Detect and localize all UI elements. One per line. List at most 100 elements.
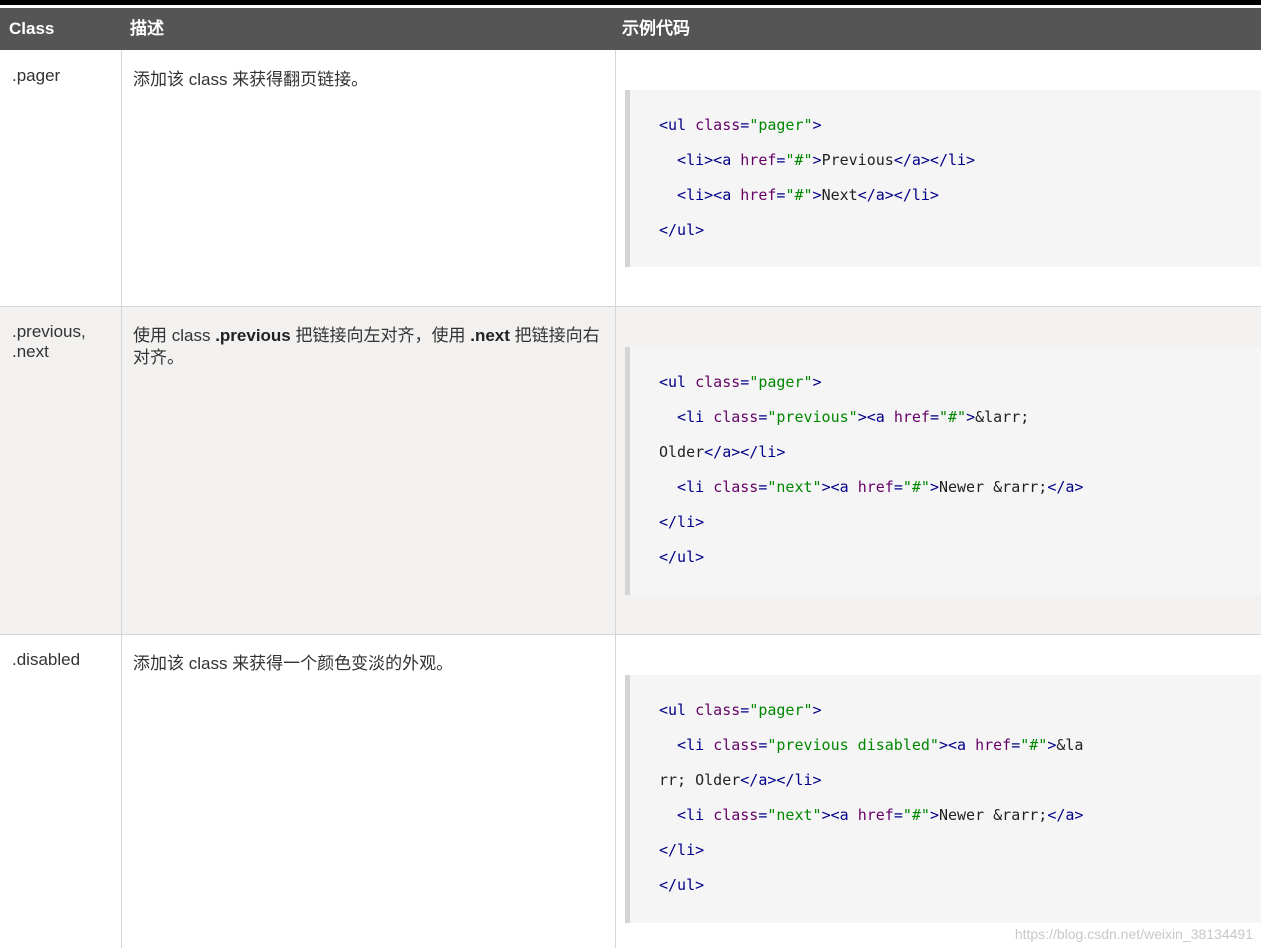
code-token: </a> (1047, 478, 1084, 496)
code-block: <ul class="pager"> <li class="previous">… (625, 347, 1261, 595)
code-token: ><a (938, 736, 976, 754)
code-line: <li><a href="#">Previous</a></li> (659, 143, 1261, 178)
code-token: "#" (938, 408, 967, 426)
code-token: &larr; (975, 408, 1030, 426)
code-token: </a></li> (893, 151, 976, 169)
code-token: Newer &rarr; (938, 478, 1048, 496)
header-desc: 描述 (130, 19, 164, 38)
code-token: = (740, 701, 750, 719)
description: 添加该 class 来获得翻页链接。 (133, 69, 603, 91)
code-token: > (812, 701, 822, 719)
code-token: href (857, 478, 894, 496)
class-name: .previous, .next (12, 322, 86, 361)
code-token: href (893, 408, 930, 426)
code-token: "next" (767, 478, 822, 496)
code-token: href (740, 186, 777, 204)
code-token: > (929, 478, 939, 496)
code-token: </ul> (659, 876, 705, 894)
code-token: = (740, 373, 750, 391)
code-token: href (975, 736, 1012, 754)
code-line: </li> (659, 833, 1261, 868)
row-divider (0, 634, 1261, 635)
code-token: <li (659, 478, 714, 496)
code-token: ><a (857, 408, 894, 426)
code-token: > (812, 116, 822, 134)
code-token: <ul (659, 701, 696, 719)
code-token: class (695, 373, 741, 391)
code-token: <li (659, 806, 714, 824)
code-token: > (929, 806, 939, 824)
code-token: "pager" (749, 373, 813, 391)
code-block: <ul class="pager"> <li><a href="#">Previ… (625, 90, 1261, 267)
code-token: </a></li> (857, 186, 939, 204)
code-line: </li> (659, 505, 1261, 540)
code-token: "#" (785, 186, 813, 204)
code-line: rr; Older</a></li> (659, 763, 1261, 798)
description: 添加该 class 来获得一个颜色变淡的外观。 (133, 653, 603, 675)
code-token: href (857, 806, 894, 824)
code-line: <li class="previous"><a href="#">&larr; (659, 400, 1261, 435)
code-token: </ul> (659, 548, 705, 566)
code-token: class (713, 478, 759, 496)
code-line: <ul class="pager"> (659, 693, 1261, 728)
description-text: 使用 class (133, 326, 216, 345)
code-token: rr; Older (659, 771, 741, 789)
row-divider (0, 306, 1261, 307)
code-line: <ul class="pager"> (659, 365, 1261, 400)
code-token: class (713, 408, 759, 426)
code-token: > (966, 408, 976, 426)
code-token: <li><a (659, 186, 741, 204)
code-token: </a> (1047, 806, 1084, 824)
header-code: 示例代码 (622, 19, 690, 38)
code-token: "previous disabled" (767, 736, 939, 754)
code-token: </a></li> (704, 443, 786, 461)
code-token: ><a (821, 478, 858, 496)
code-token: = (893, 478, 903, 496)
code-token: </li> (659, 513, 705, 531)
code-token: </ul> (659, 221, 705, 239)
header-class: Class (9, 19, 55, 38)
code-line: Older</a></li> (659, 435, 1261, 470)
code-token: class (695, 116, 741, 134)
description-bold-previous: .previous (215, 326, 291, 345)
code-token: "next" (767, 806, 822, 824)
class-name: .disabled (12, 650, 81, 669)
code-token: Older (659, 443, 705, 461)
code-line: </ul> (659, 213, 1261, 248)
code-token: > (812, 373, 822, 391)
table-header: Class 描述 示例代码 (0, 8, 1261, 50)
code-line: </ul> (659, 868, 1261, 903)
code-line: </ul> (659, 540, 1261, 575)
code-token: <li (659, 408, 714, 426)
code-line: <li><a href="#">Next</a></li> (659, 178, 1261, 213)
column-divider (615, 50, 616, 948)
code-token: = (929, 408, 939, 426)
table-row-disabled: .disabled 添加该 class 来获得一个颜色变淡的外观。 <ul cl… (0, 634, 1261, 948)
code-token: "pager" (749, 116, 813, 134)
code-token: > (812, 151, 822, 169)
code-token: = (893, 806, 903, 824)
code-token: "previous" (767, 408, 858, 426)
code-token: "#" (785, 151, 813, 169)
code-token: Next (821, 186, 858, 204)
code-token: = (740, 116, 750, 134)
description: 使用 class .previous 把链接向左对齐，使用 .next 把链接向… (133, 325, 603, 369)
code-token: <li (659, 736, 714, 754)
code-token: href (740, 151, 777, 169)
table-row-pager: .pager 添加该 class 来获得翻页链接。 <ul class="pag… (0, 50, 1261, 306)
code-token: </li> (659, 841, 705, 859)
table-row-previous-next: .previous, .next 使用 class .previous 把链接向… (0, 306, 1261, 634)
code-token: class (713, 806, 759, 824)
class-name: .pager (12, 66, 61, 85)
code-token: ><a (821, 806, 858, 824)
code-token: "pager" (749, 701, 813, 719)
top-border (0, 0, 1261, 5)
description-bold-next: .next (470, 326, 510, 345)
code-token: &la (1056, 736, 1084, 754)
code-token: "#" (902, 806, 930, 824)
code-token: "#" (1020, 736, 1048, 754)
description-text: 添加该 class 来获得一个颜色变淡的外观。 (133, 654, 454, 673)
column-divider (121, 50, 122, 948)
code-block: <ul class="pager"> <li class = "previous d… (625, 675, 1261, 923)
code-line: <li class="next"><a href="#">Newer &rarr… (659, 470, 1261, 505)
